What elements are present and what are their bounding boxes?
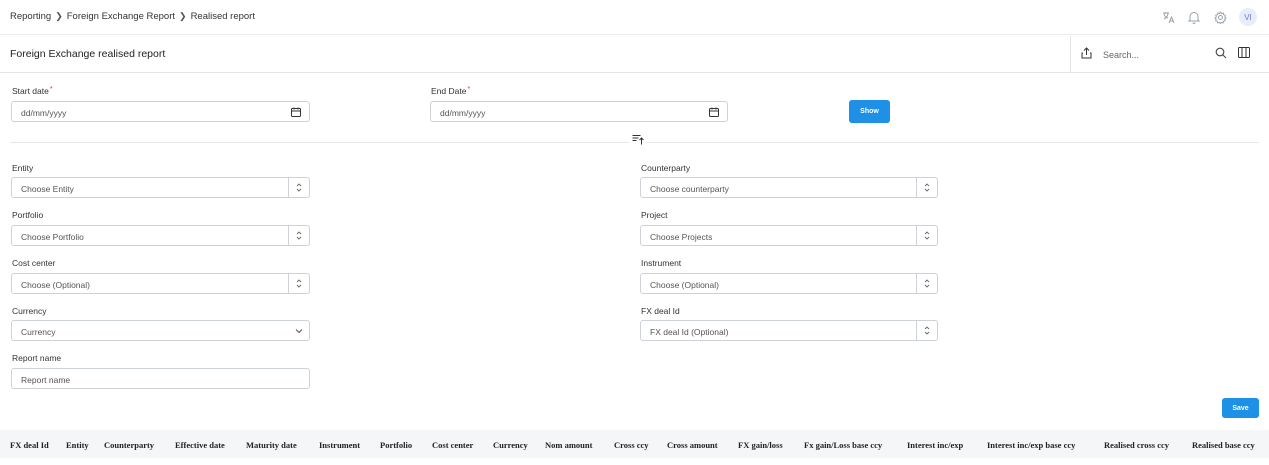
column-header[interactable]: Nom amount bbox=[545, 440, 592, 450]
column-header[interactable]: Interest inc/exp bbox=[907, 440, 963, 450]
breadcrumb-item-realised: Realised report bbox=[190, 11, 255, 22]
show-button[interactable]: Show bbox=[849, 100, 890, 123]
up-down-icon bbox=[288, 274, 309, 293]
project-value: Choose Projects bbox=[650, 232, 713, 242]
column-header[interactable]: Fx gain/Loss base ccy bbox=[804, 440, 882, 450]
breadcrumb-item-reporting[interactable]: Reporting bbox=[10, 11, 51, 22]
collapse-filters-icon[interactable] bbox=[629, 134, 647, 147]
portfolio-label: Portfolio bbox=[12, 210, 44, 220]
fx-deal-id-label: FX deal Id bbox=[641, 306, 680, 316]
save-button[interactable]: Save bbox=[1222, 398, 1259, 418]
end-date-placeholder: dd/mm/yyyy bbox=[440, 108, 486, 118]
end-date-field[interactable]: dd/mm/yyyy bbox=[430, 101, 728, 122]
currency-select[interactable]: Currency bbox=[11, 320, 310, 341]
column-header[interactable]: Entity bbox=[66, 440, 89, 450]
start-date-placeholder: dd/mm/yyyy bbox=[21, 108, 67, 118]
instrument-value: Choose (Optional) bbox=[650, 280, 719, 290]
chevron-right-icon: ❯ bbox=[55, 11, 63, 21]
column-header[interactable]: Realised base ccy bbox=[1192, 440, 1255, 450]
column-header[interactable]: Effective date bbox=[175, 440, 225, 450]
up-down-icon bbox=[916, 321, 937, 340]
column-header[interactable]: Cross ccy bbox=[614, 440, 649, 450]
cost-center-label: Cost center bbox=[12, 258, 56, 268]
portfolio-select[interactable]: Choose Portfolio bbox=[11, 225, 310, 246]
breadcrumb: Reporting ❯ Foreign Exchange Report ❯ Re… bbox=[10, 11, 255, 22]
currency-value: Currency bbox=[21, 327, 56, 337]
column-header[interactable]: Cross amount bbox=[667, 440, 718, 450]
project-label: Project bbox=[641, 210, 668, 220]
page-title: Foreign Exchange realised report bbox=[10, 48, 166, 60]
cost-center-value: Choose (Optional) bbox=[21, 280, 90, 290]
columns-icon[interactable] bbox=[1238, 47, 1250, 60]
gear-icon[interactable] bbox=[1213, 10, 1227, 24]
column-header[interactable]: Portfolio bbox=[380, 440, 412, 450]
start-date-field[interactable]: dd/mm/yyyy bbox=[11, 101, 310, 122]
entity-value: Choose Entity bbox=[21, 184, 74, 194]
counterparty-value: Choose counterparty bbox=[650, 184, 729, 194]
project-select[interactable]: Choose Projects bbox=[640, 225, 938, 246]
report-name-input[interactable]: Report name bbox=[11, 368, 310, 389]
column-header[interactable]: FX gain/loss bbox=[738, 440, 783, 450]
table-header: FX deal Id Entity Counterparty Effective… bbox=[0, 430, 1269, 458]
end-date-label: End Date* bbox=[431, 86, 471, 96]
bell-icon[interactable] bbox=[1187, 10, 1201, 24]
fx-deal-id-value: FX deal Id (Optional) bbox=[650, 327, 729, 337]
calendar-icon[interactable] bbox=[291, 107, 301, 119]
breadcrumb-item-fx-report[interactable]: Foreign Exchange Report bbox=[67, 11, 175, 22]
search-input[interactable]: Search... bbox=[1103, 50, 1139, 60]
counterparty-select[interactable]: Choose counterparty bbox=[640, 177, 938, 198]
chevron-down-icon bbox=[295, 326, 303, 336]
start-date-label: Start date* bbox=[12, 86, 53, 96]
search-bar[interactable]: Search... bbox=[1070, 36, 1235, 73]
fx-deal-id-select[interactable]: FX deal Id (Optional) bbox=[640, 320, 938, 341]
up-down-icon bbox=[916, 178, 937, 197]
portfolio-value: Choose Portfolio bbox=[21, 232, 84, 242]
column-header[interactable]: Counterparty bbox=[104, 440, 154, 450]
avatar[interactable]: VI bbox=[1239, 8, 1257, 26]
currency-label: Currency bbox=[12, 306, 47, 316]
column-header[interactable]: Interest inc/exp base ccy bbox=[987, 440, 1075, 450]
report-name-label: Report name bbox=[12, 353, 62, 363]
top-bar: Reporting ❯ Foreign Exchange Report ❯ Re… bbox=[0, 0, 1269, 35]
top-actions: VI bbox=[1161, 8, 1257, 26]
column-header[interactable]: Realised cross ccy bbox=[1104, 440, 1169, 450]
column-header[interactable]: Currency bbox=[493, 440, 528, 450]
translate-icon[interactable] bbox=[1161, 10, 1175, 24]
cost-center-select[interactable]: Choose (Optional) bbox=[11, 273, 310, 294]
export-icon[interactable] bbox=[1081, 47, 1092, 61]
entity-select[interactable]: Choose Entity bbox=[11, 177, 310, 198]
instrument-label: Instrument bbox=[641, 258, 682, 268]
counterparty-label: Counterparty bbox=[641, 163, 691, 173]
up-down-icon bbox=[288, 178, 309, 197]
column-header[interactable]: FX deal Id bbox=[10, 440, 49, 450]
column-header[interactable]: Instrument bbox=[319, 440, 360, 450]
report-name-placeholder: Report name bbox=[21, 375, 71, 385]
up-down-icon bbox=[916, 226, 937, 245]
calendar-icon[interactable] bbox=[709, 107, 719, 119]
entity-label: Entity bbox=[12, 163, 34, 173]
up-down-icon bbox=[916, 274, 937, 293]
column-header[interactable]: Maturity date bbox=[246, 440, 297, 450]
instrument-select[interactable]: Choose (Optional) bbox=[640, 273, 938, 294]
column-header[interactable]: Cost center bbox=[432, 440, 473, 450]
up-down-icon bbox=[288, 226, 309, 245]
chevron-right-icon: ❯ bbox=[179, 11, 187, 21]
search-icon[interactable] bbox=[1215, 47, 1227, 61]
